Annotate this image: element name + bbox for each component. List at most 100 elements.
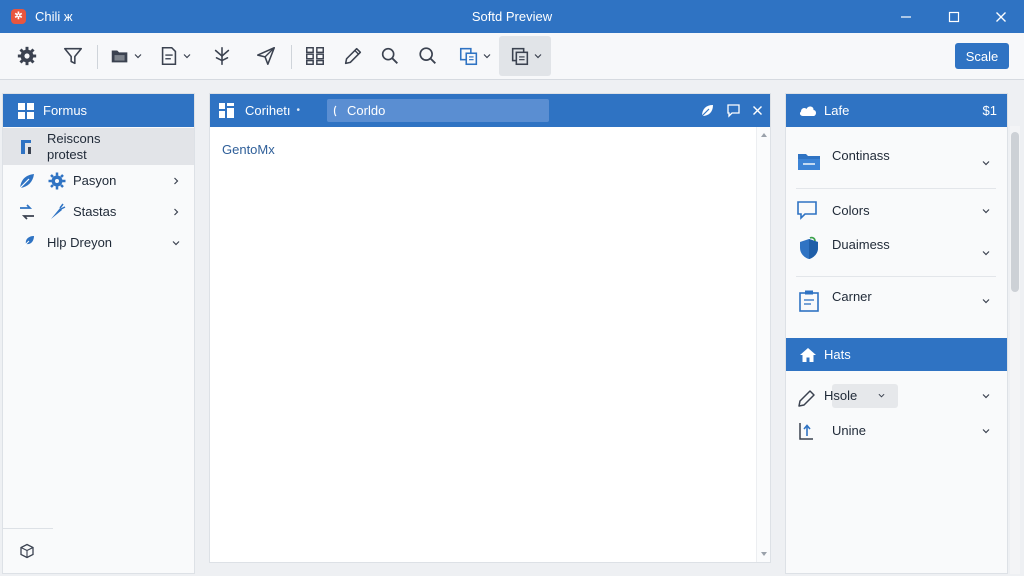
carrot-icon	[51, 203, 66, 219]
upload-icon	[799, 423, 813, 440]
search-icon	[381, 47, 398, 64]
grid-icon	[306, 47, 324, 65]
home-icon	[800, 347, 816, 362]
comment-icon[interactable]	[726, 103, 741, 118]
chevron-down-icon	[172, 241, 180, 246]
chevron-down-icon	[982, 161, 990, 166]
close-button[interactable]	[978, 0, 1024, 33]
chevron-down-icon	[134, 54, 141, 59]
cube-icon[interactable]	[19, 543, 35, 559]
send-button[interactable]	[249, 39, 283, 73]
send-icon	[256, 46, 276, 66]
pencil-icon	[798, 390, 815, 407]
folder-icon	[111, 50, 127, 63]
leaf-icon	[19, 174, 34, 189]
left-panel-title: Formus	[43, 103, 88, 118]
right-item-label: Duaimess	[832, 237, 890, 252]
gear-icon	[48, 172, 66, 190]
right-item-label: Continass	[832, 148, 890, 163]
filter-button[interactable]	[56, 39, 90, 73]
chevron-down-icon	[483, 54, 490, 59]
chevron-down-icon	[982, 251, 990, 256]
left-item-stastas[interactable]: Stastas	[3, 198, 194, 226]
right-item-duaimess[interactable]: Duaimess	[796, 234, 1002, 270]
close-icon	[996, 11, 1006, 22]
scroll-down-icon[interactable]	[760, 550, 768, 558]
app-name: Chili ж	[35, 9, 73, 24]
right-item-label: Unine	[832, 423, 866, 438]
pencil-icon	[344, 47, 362, 65]
right-item-hsole[interactable]: Hsole	[796, 384, 1002, 412]
right-item-carner[interactable]: Carner	[796, 286, 1002, 320]
copy-dropdown-button[interactable]	[452, 39, 496, 73]
zoom-button[interactable]	[411, 39, 445, 73]
toolbar: Scale	[0, 33, 1024, 80]
maximize-button[interactable]	[931, 0, 977, 33]
footer-divider	[3, 528, 53, 529]
layers-icon	[511, 47, 528, 66]
branch-icon	[214, 46, 230, 66]
scrollbar-thumb[interactable]	[1011, 132, 1019, 292]
grid-icon	[18, 102, 34, 119]
center-panel: Corihetı • Corldo GentoMx	[209, 93, 771, 563]
chevron-right-icon	[174, 177, 179, 185]
center-panel-header: Corihetı • Corldo	[210, 94, 770, 127]
document-icon	[161, 46, 176, 66]
tool-icon	[21, 140, 31, 154]
branch-button[interactable]	[205, 39, 239, 73]
right-item-continass[interactable]: Continass	[796, 144, 1002, 180]
layout-icon	[219, 103, 234, 118]
right-item-label: Carner	[832, 289, 872, 304]
right-item-label: Hsole	[824, 388, 858, 403]
toolbar-separator	[97, 45, 98, 69]
document-dropdown-button[interactable]	[153, 39, 195, 73]
grid-button[interactable]	[298, 39, 332, 73]
close-icon[interactable]	[750, 103, 765, 118]
toolbar-separator	[291, 45, 292, 69]
center-search-field[interactable]: Corldo	[327, 99, 549, 122]
right-section-header-hats[interactable]: Hats	[786, 338, 1007, 371]
search-button[interactable]	[373, 39, 407, 73]
chevron-right-icon	[174, 208, 179, 216]
folder-icon	[798, 154, 820, 170]
tab-label: Corihetı	[245, 103, 291, 118]
zoom-icon	[419, 47, 436, 64]
edit-button[interactable]	[336, 39, 370, 73]
scroll-up-icon[interactable]	[760, 131, 768, 139]
left-item-reiscons[interactable]: Reiscons protest	[3, 128, 194, 165]
chevron-down-icon	[183, 54, 190, 59]
search-value: Corldo	[347, 103, 386, 118]
left-item-label: Hlp Dreyon	[47, 235, 113, 250]
chevron-down-icon	[534, 54, 541, 59]
shield-icon	[800, 236, 818, 259]
section-title: Hats	[824, 347, 851, 362]
right-scrollbar[interactable]	[1010, 126, 1020, 574]
right-item-colors[interactable]: Colors	[796, 198, 1002, 226]
left-item-hlp-dreyon[interactable]: Hlp Dreyon	[3, 229, 194, 257]
layers-dropdown-button[interactable]	[499, 36, 551, 76]
minimize-button[interactable]	[883, 0, 929, 33]
feather-icon	[19, 236, 34, 251]
right-item-label: Colors	[832, 203, 870, 218]
chevron-down-icon	[982, 429, 990, 434]
left-item-pasyon[interactable]: Pasyon	[3, 167, 194, 195]
right-section-header-lafe[interactable]: Lafe $1	[786, 94, 1007, 127]
left-panel-header: Formus	[3, 94, 194, 127]
center-scrollbar[interactable]	[756, 127, 770, 562]
window-title: Softd Preview	[471, 9, 553, 24]
clipboard-icon	[799, 290, 819, 312]
tab-content[interactable]: Corihetı •	[218, 102, 300, 119]
title-bar: ✲ Chili ж Softd Preview	[0, 0, 1024, 33]
folder-dropdown-button[interactable]	[104, 39, 146, 73]
scale-button[interactable]: Scale	[955, 43, 1009, 69]
app-logo-icon: ✲	[11, 9, 26, 24]
right-item-unine[interactable]: Unine	[796, 420, 1002, 446]
left-panel: Formus Reiscons protest Pasyon Stastas H…	[2, 93, 195, 574]
minimize-icon	[901, 15, 911, 18]
leaf-icon[interactable]	[700, 103, 715, 118]
content-text: GentoMx	[222, 142, 275, 157]
settings-button[interactable]	[10, 39, 44, 73]
section-divider	[796, 188, 996, 189]
left-item-label: Reiscons protest	[47, 131, 101, 162]
filter-icon	[63, 47, 83, 65]
